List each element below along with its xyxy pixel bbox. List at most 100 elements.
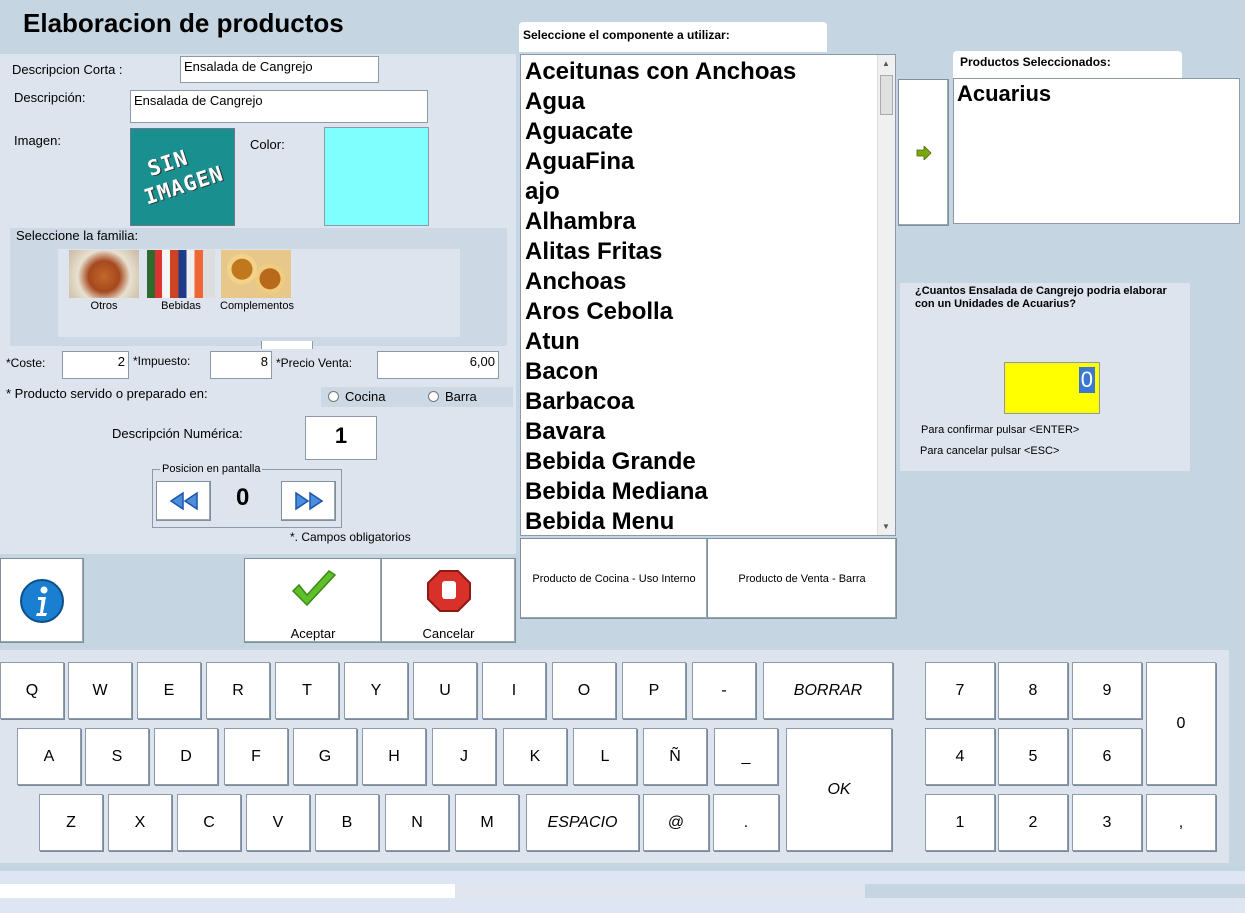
component-item[interactable]: Bebida Menu xyxy=(525,507,796,535)
key-b[interactable]: B xyxy=(315,794,379,851)
position-prev-button[interactable] xyxy=(156,481,211,521)
selected-item[interactable]: Acuarius xyxy=(957,81,1051,107)
component-item[interactable]: Anchoas xyxy=(525,267,796,297)
key-at[interactable]: @ xyxy=(643,794,709,851)
component-item[interactable]: Aceitunas con Anchoas xyxy=(525,57,796,87)
key-n[interactable]: N xyxy=(385,794,449,851)
key-num-5[interactable]: 5 xyxy=(998,728,1068,785)
key-f[interactable]: F xyxy=(224,728,288,785)
family-bebidas[interactable]: Bebidas xyxy=(146,250,216,314)
kitchen-product-button[interactable]: Producto de Cocina - Uso Interno xyxy=(520,538,708,619)
key-o[interactable]: O xyxy=(552,662,616,719)
key-h[interactable]: H xyxy=(362,728,426,785)
key-p[interactable]: P xyxy=(622,662,686,719)
scroll-up-icon[interactable]: ▲ xyxy=(882,59,890,68)
component-item[interactable]: Atun xyxy=(525,327,796,357)
component-item[interactable]: Aros Cebolla xyxy=(525,297,796,327)
confirm-hint: Para confirmar pulsar <ENTER> xyxy=(921,424,1080,436)
component-item[interactable]: Alitas Fritas xyxy=(525,237,796,267)
components-scrollbar[interactable]: ▲ ▼ xyxy=(877,55,895,535)
key-ñ[interactable]: Ñ xyxy=(643,728,707,785)
key-x[interactable]: X xyxy=(108,794,172,851)
key--[interactable]: - xyxy=(692,662,756,719)
info-button[interactable] xyxy=(0,558,84,643)
key-l[interactable]: L xyxy=(573,728,637,785)
key-period[interactable]: . xyxy=(713,794,779,851)
selected-list[interactable]: Acuarius xyxy=(953,78,1240,224)
scroll-down-icon[interactable]: ▼ xyxy=(882,522,890,531)
key-v[interactable]: V xyxy=(246,794,310,851)
key-underscore[interactable]: _ xyxy=(714,728,778,785)
key-z[interactable]: Z xyxy=(39,794,103,851)
key-a[interactable]: A xyxy=(17,728,81,785)
add-arrow-button[interactable] xyxy=(898,79,949,226)
key-num-6[interactable]: 6 xyxy=(1072,728,1142,785)
key-ok[interactable]: OK xyxy=(786,728,892,851)
key-borrar[interactable]: BORRAR xyxy=(763,662,893,719)
key-e[interactable]: E xyxy=(137,662,201,719)
key-t[interactable]: T xyxy=(275,662,339,719)
key-k[interactable]: K xyxy=(503,728,567,785)
key-w[interactable]: W xyxy=(68,662,132,719)
component-item[interactable]: Bavara xyxy=(525,417,796,447)
key-d[interactable]: D xyxy=(154,728,218,785)
product-image[interactable]: SIN IMAGEN xyxy=(130,128,235,226)
key-c[interactable]: C xyxy=(177,794,241,851)
component-item[interactable]: ajo xyxy=(525,177,796,207)
key-num-7[interactable]: 7 xyxy=(925,662,995,719)
coste-input[interactable]: 2 xyxy=(62,351,129,379)
short-desc-input[interactable]: Ensalada de Cangrejo xyxy=(180,56,379,83)
key-comma[interactable]: , xyxy=(1146,794,1216,851)
component-item[interactable]: Aguacate xyxy=(525,117,796,147)
scroll-thumb[interactable] xyxy=(880,75,893,115)
key-num-8[interactable]: 8 xyxy=(998,662,1068,719)
num-desc-input[interactable]: 1 xyxy=(305,416,377,460)
key-num-0[interactable]: 0 xyxy=(1146,662,1216,785)
position-next-button[interactable] xyxy=(281,481,336,521)
required-note: *. Campos obligatorios xyxy=(290,530,411,544)
sale-product-button[interactable]: Producto de Venta - Barra xyxy=(707,538,897,619)
precio-input[interactable]: 6,00 xyxy=(377,351,499,379)
desc-input[interactable]: Ensalada de Cangrejo xyxy=(130,90,428,123)
key-r[interactable]: R xyxy=(206,662,270,719)
bottom-bar-right xyxy=(865,884,1245,898)
key-s[interactable]: S xyxy=(85,728,149,785)
accept-button[interactable]: Aceptar xyxy=(244,558,382,643)
component-item[interactable]: AguaFina xyxy=(525,147,796,177)
radio-cocina-icon xyxy=(328,391,339,402)
component-item[interactable]: Bebida Grande xyxy=(525,447,796,477)
key-u[interactable]: U xyxy=(413,662,477,719)
component-item[interactable]: Alhambra xyxy=(525,207,796,237)
family-otros[interactable]: Otros xyxy=(68,250,140,314)
key-espacio[interactable]: ESPACIO xyxy=(526,794,639,851)
component-item[interactable]: Bebida Mediana xyxy=(525,477,796,507)
components-list[interactable]: Aceitunas con Anchoas Agua Aguacate AguaFin… xyxy=(520,54,896,536)
quantity-input[interactable]: 0 xyxy=(1004,362,1100,414)
bebidas-image xyxy=(147,250,215,298)
family-scroll-indicator[interactable] xyxy=(261,341,313,349)
component-item[interactable]: Agua xyxy=(525,87,796,117)
component-item[interactable]: Bacon xyxy=(525,357,796,387)
option-barra[interactable]: Barra xyxy=(428,389,477,404)
accept-label: Aceptar xyxy=(290,626,336,641)
key-q[interactable]: Q xyxy=(0,662,64,719)
key-num-4[interactable]: 4 xyxy=(925,728,995,785)
key-m[interactable]: M xyxy=(455,794,519,851)
key-num-2[interactable]: 2 xyxy=(998,794,1068,851)
key-y[interactable]: Y xyxy=(344,662,408,719)
key-g[interactable]: G xyxy=(293,728,357,785)
key-num-1[interactable]: 1 xyxy=(925,794,995,851)
key-num-9[interactable]: 9 xyxy=(1072,662,1142,719)
family-bebidas-label: Bebidas xyxy=(161,300,201,312)
color-swatch[interactable] xyxy=(324,127,429,226)
key-num-3[interactable]: 3 xyxy=(1072,794,1142,851)
family-complementos[interactable]: Complementos xyxy=(220,250,294,314)
checkmark-icon xyxy=(291,570,337,607)
family-complementos-label: Complementos xyxy=(220,300,294,312)
key-j[interactable]: J xyxy=(432,728,496,785)
key-i[interactable]: I xyxy=(482,662,546,719)
cancel-button[interactable]: Cancelar xyxy=(381,558,516,643)
impuesto-input[interactable]: 8 xyxy=(210,351,272,379)
option-cocina[interactable]: Cocina xyxy=(328,389,385,404)
component-item[interactable]: Barbacoa xyxy=(525,387,796,417)
